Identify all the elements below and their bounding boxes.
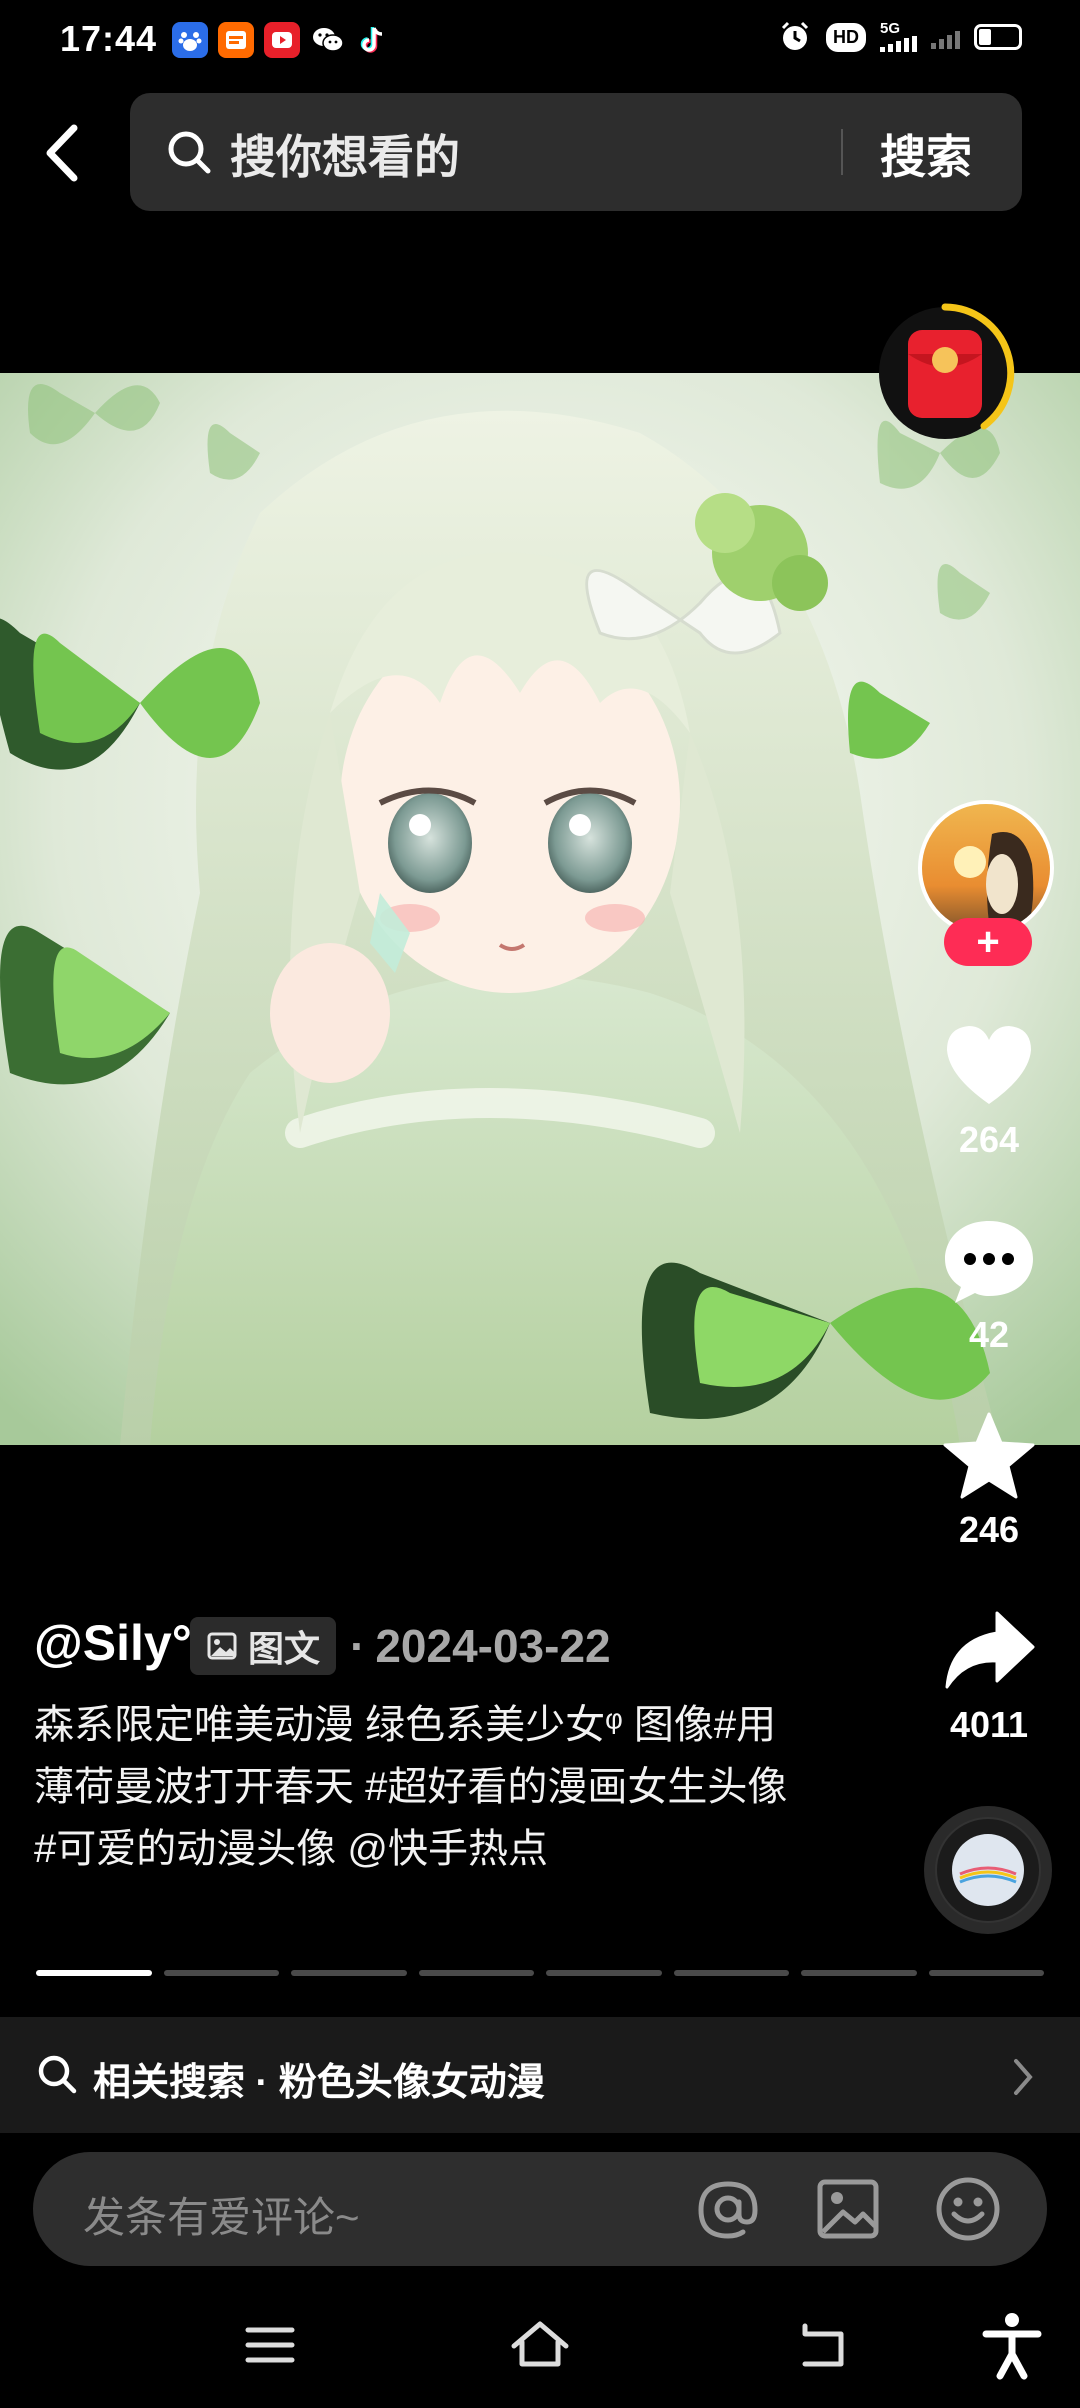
system-indicators: HD 5G xyxy=(778,20,1022,54)
post-type-label: 图文 xyxy=(248,1628,321,1669)
hd-icon: HD xyxy=(826,22,866,52)
post-caption[interactable]: 森系限定唯美动漫 绿色系美少女ᵠ 图像#用薄荷曼波打开春天 #超好看的漫画女生头… xyxy=(34,1694,794,1880)
pager-segment xyxy=(291,1970,407,1976)
red-packet-icon xyxy=(879,303,1015,439)
search-input[interactable]: 搜你想看的 xyxy=(230,121,460,187)
date-separator: · xyxy=(350,1620,366,1672)
home-icon[interactable] xyxy=(500,2310,580,2380)
heart-icon xyxy=(947,1026,1031,1104)
back-button[interactable] xyxy=(38,120,88,186)
favorite-button[interactable]: 246 xyxy=(914,1410,1064,1551)
video-app-icon xyxy=(264,22,300,58)
alarm-icon xyxy=(781,21,809,50)
pager-segment xyxy=(418,1970,534,1976)
network-5g-icon: 5G xyxy=(880,20,917,52)
wechat-app-icon xyxy=(310,22,346,58)
at-icon[interactable] xyxy=(693,2174,763,2244)
search-icon xyxy=(168,131,211,174)
music-disc-button[interactable] xyxy=(922,1804,1054,1936)
emoji-icon[interactable] xyxy=(933,2174,1003,2244)
search-icon xyxy=(38,2055,77,2094)
comment-bubble-icon xyxy=(945,1221,1033,1303)
pager-segment xyxy=(546,1970,662,1976)
share-arrow-icon xyxy=(945,1611,1035,1689)
comment-input[interactable]: 发条有爱评论~ xyxy=(83,2184,360,2245)
pager-segment xyxy=(163,1970,279,1976)
pager-segment xyxy=(801,1970,917,1976)
image-post-icon xyxy=(207,1632,237,1660)
post-type-badge: 图文 xyxy=(190,1617,337,1675)
star-icon xyxy=(943,1412,1035,1499)
menu-icon[interactable] xyxy=(230,2310,310,2380)
chevron-right-icon xyxy=(1014,2059,1033,2095)
status-bar: 17:44 HD 5G xyxy=(0,0,1080,80)
music-disc-icon xyxy=(924,1806,1052,1934)
search-divider xyxy=(841,129,843,175)
post-date: · 2024-03-22 xyxy=(350,1619,611,1673)
related-search-text: 相关搜索 · 粉色头像女动漫 xyxy=(93,2062,545,2104)
accessibility-icon[interactable] xyxy=(972,2310,1052,2380)
image-icon[interactable] xyxy=(813,2174,883,2244)
follow-button[interactable]: + xyxy=(944,918,1032,966)
red-packet-widget[interactable] xyxy=(870,298,1020,448)
favorite-count: 246 xyxy=(958,1509,1020,1550)
image-pager-progress xyxy=(36,1970,1044,1976)
notification-icons xyxy=(172,22,392,58)
author-name[interactable]: @Sily° xyxy=(34,1614,192,1672)
pager-segment xyxy=(673,1970,789,1976)
share-button[interactable]: 4011 xyxy=(914,1605,1064,1746)
back-arrow-icon xyxy=(46,124,78,182)
like-button[interactable]: 264 xyxy=(914,1020,1064,1161)
signal-icon xyxy=(931,25,960,49)
author-avatar-group[interactable]: + xyxy=(918,800,1062,970)
status-time: 17:44 xyxy=(60,18,158,59)
comment-button[interactable]: 42 xyxy=(914,1215,1064,1356)
share-count: 4011 xyxy=(949,1704,1029,1745)
search-bar[interactable]: 搜你想看的 搜索 xyxy=(130,93,1022,211)
shopping-app-icon xyxy=(218,22,254,58)
tiktok-app-icon xyxy=(356,22,392,58)
network-type-label: 5G xyxy=(880,20,901,37)
comment-count: 42 xyxy=(968,1314,1010,1355)
baidu-app-icon xyxy=(172,22,208,58)
like-count: 264 xyxy=(958,1119,1020,1160)
comment-bar[interactable]: 发条有爱评论~ xyxy=(33,2152,1047,2266)
post-date-text: 2024-03-22 xyxy=(375,1620,611,1672)
battery-icon xyxy=(974,24,1022,50)
search-button[interactable]: 搜索 xyxy=(880,121,972,187)
pager-segment xyxy=(36,1970,152,1976)
back-nav-icon[interactable] xyxy=(785,2310,865,2380)
pager-segment xyxy=(928,1970,1044,1976)
avatar[interactable] xyxy=(918,800,1054,936)
related-search-bar[interactable]: 相关搜索 · 粉色头像女动漫 xyxy=(0,2017,1080,2133)
